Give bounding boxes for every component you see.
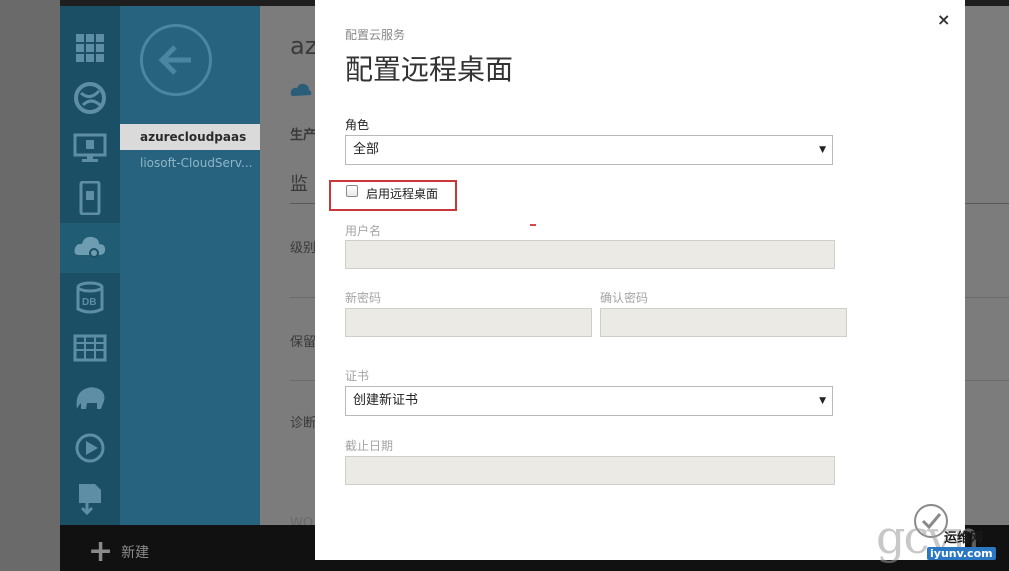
service-list-item[interactable]: liosoft-CloudServ... [120, 150, 260, 176]
expiry-date-label: 截止日期 [345, 439, 394, 453]
username-label: 用户名 [345, 224, 382, 238]
rail-item-storage[interactable] [60, 323, 120, 373]
rail-item-import-export[interactable] [60, 473, 120, 523]
export-icon [79, 484, 101, 515]
media-icon [75, 433, 105, 463]
phone-icon [79, 181, 101, 215]
role-select-value: 全部 [353, 142, 380, 157]
close-icon[interactable]: × [937, 10, 950, 29]
cloud-gear-icon [74, 236, 106, 258]
elephant-icon [76, 387, 105, 409]
rail-item-sql[interactable]: DB [60, 273, 120, 323]
confirm-password-label: 确认密码 [600, 291, 649, 305]
dialog-title: 配置远程桌面 [345, 53, 514, 86]
page-title-fragment: az [290, 32, 318, 60]
new-password-label: 新密码 [345, 291, 382, 305]
setting-label-retention: 保留 [290, 335, 317, 350]
arrow-left-icon [158, 45, 191, 75]
new-button-label: 新建 [121, 545, 150, 561]
rail-item-all[interactable] [60, 23, 120, 73]
new-password-field[interactable] [345, 308, 592, 337]
red-mark [530, 224, 536, 226]
chevron-down-icon: ▼ [819, 396, 826, 406]
new-button[interactable]: + 新建 [88, 534, 150, 569]
rail-item-websites[interactable] [60, 73, 120, 123]
plus-icon: + [88, 534, 114, 569]
svg-text:DB: DB [82, 297, 96, 308]
chevron-down-icon: ▼ [819, 145, 826, 155]
dialog-subtitle: 配置云服务 [345, 28, 406, 42]
service-list-item-selected[interactable]: azurecloudpaas [120, 124, 260, 150]
globe-icon [74, 82, 106, 114]
confirm-password-field[interactable] [600, 308, 847, 337]
role-select[interactable]: 全部 ▼ [345, 135, 833, 165]
watermark-cn: 运维网 [944, 531, 984, 546]
cloud-service-icon [290, 83, 312, 96]
certificate-label: 证书 [345, 369, 370, 383]
username-field[interactable] [345, 240, 835, 269]
rail-item-mobile[interactable] [60, 173, 120, 223]
rail-item-hdinsight[interactable] [60, 373, 120, 423]
left-gutter [0, 0, 60, 571]
rail-item-media[interactable] [60, 423, 120, 473]
setting-label-diagnostics: 诊断 [290, 416, 317, 431]
nav-rail: DB [60, 6, 120, 525]
setting-label-level: 级别 [290, 241, 317, 256]
table-icon [73, 334, 107, 362]
grid-icon [76, 34, 104, 62]
tab-monitor-fragment[interactable]: 监 [290, 170, 308, 196]
expiry-date-field[interactable] [345, 456, 835, 485]
tab-production-fragment[interactable]: 生产 [290, 124, 316, 143]
certificate-select[interactable]: 创建新证书 ▼ [345, 386, 833, 416]
enable-rdp-checkbox[interactable] [346, 185, 358, 197]
enable-rdp-label[interactable]: 启用远程桌面 [366, 185, 438, 202]
role-label: 角色 [345, 118, 370, 132]
configure-rdp-dialog: × 配置云服务 配置远程桌面 角色 全部 ▼ 启用远程桌面 用户名 新密码 确认… [315, 0, 965, 560]
back-button[interactable] [140, 24, 212, 96]
monitor-icon [73, 133, 107, 162]
certificate-select-value: 创建新证书 [353, 393, 419, 408]
watermark-url: iyunv.com [927, 547, 996, 560]
database-icon: DB [76, 281, 104, 314]
rail-item-vms[interactable] [60, 123, 120, 173]
rail-item-cloud-services[interactable] [60, 223, 120, 273]
